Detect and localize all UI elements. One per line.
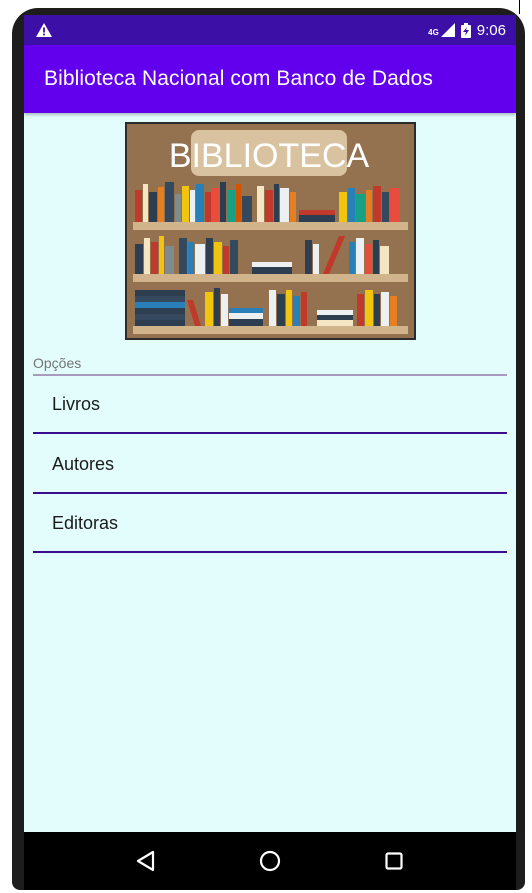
screen: 4G 9:06 Biblioteca Nacional com Banco de… xyxy=(24,15,516,890)
navigation-bar xyxy=(24,832,516,890)
option-editoras[interactable]: Editoras xyxy=(33,495,507,553)
recents-button[interactable] xyxy=(374,841,414,881)
status-time: 9:06 xyxy=(476,21,506,39)
home-icon xyxy=(259,850,281,872)
options-section-label: Opções xyxy=(33,355,82,371)
option-label: Autores xyxy=(52,453,115,474)
warning-icon xyxy=(36,23,52,37)
app-bar: Biblioteca Nacional com Banco de Dados xyxy=(24,45,516,113)
back-button[interactable] xyxy=(126,841,166,881)
option-autores[interactable]: Autores xyxy=(33,436,507,494)
option-label: Editoras xyxy=(52,512,119,533)
app-title: Biblioteca Nacional com Banco de Dados xyxy=(44,67,434,90)
corner-line xyxy=(519,0,520,14)
option-label: Livros xyxy=(52,393,101,414)
status-bar: 4G 9:06 xyxy=(24,15,516,45)
option-livros[interactable]: Livros xyxy=(33,376,507,434)
library-image: BIBLIOTECA xyxy=(125,122,416,340)
signal-icon xyxy=(440,23,455,37)
back-icon xyxy=(136,850,155,872)
recents-icon xyxy=(385,852,403,870)
home-button[interactable] xyxy=(250,841,290,881)
battery-icon xyxy=(460,22,471,38)
network-type-label: 4G xyxy=(428,27,439,37)
banner-text: BIBLIOTECA xyxy=(169,137,370,175)
bookshelf-illustration: BIBLIOTECA xyxy=(127,124,414,338)
